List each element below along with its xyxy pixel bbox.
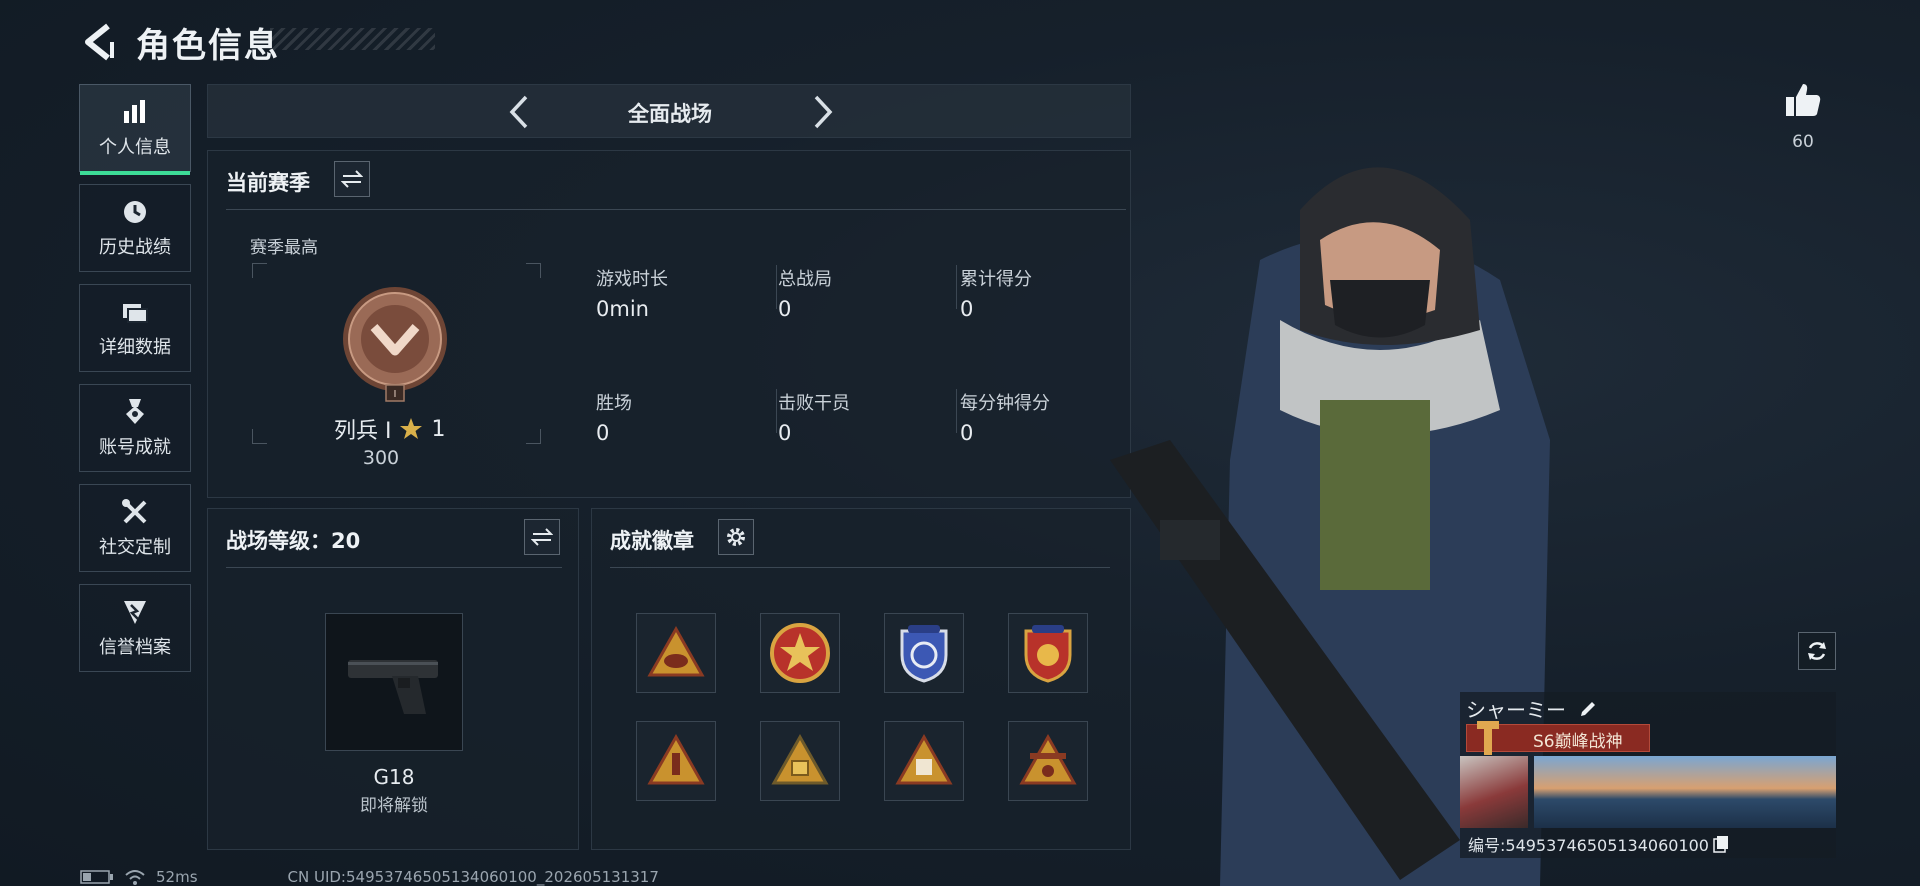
season-switch-button[interactable] [334,161,370,197]
edit-name-icon[interactable] [1578,699,1598,719]
badge-star-seal[interactable] [760,613,840,693]
divider [226,209,1126,210]
player-title-badge: S6巅峰战神 [1466,721,1650,755]
gear-icon [727,528,745,546]
weapon-status: 即将解锁 [360,796,428,816]
rank-sub-label: I [394,389,397,400]
sidebar-item-label: 社交定制 [99,537,171,558]
achievements-title: 成就徽章 [610,529,694,553]
thumbs-up-icon[interactable] [1783,80,1823,120]
stat-value-kills: 0 [778,421,792,445]
sidebar-item-reputation[interactable]: 信誉档案 [79,584,191,672]
likes-count: 60 [1792,132,1814,152]
sidebar-item-label: 信誉档案 [99,637,171,658]
rank-name: 列兵 Ⅰ [334,419,392,444]
stat-value-total-score: 0 [960,297,974,321]
sidebar-item-history[interactable]: 历史战绩 [79,184,191,272]
sidebar-item-label: 详细数据 [99,337,171,358]
battle-level-panel: 战场等级：20 G18 即将解锁 [207,508,579,850]
swap-icon [341,170,363,188]
badge-shield-red[interactable] [1008,613,1088,693]
achievement-badges-panel: 成就徽章 [591,508,1131,850]
triangle-badge-icon [647,625,705,677]
history-icon [124,201,146,223]
stat-value-score-per-min: 0 [960,421,974,445]
swap-icon [531,528,553,546]
badge-triangle-rocket[interactable] [636,721,716,801]
stat-value-total-matches: 0 [778,297,792,321]
weapon-name: G18 [373,765,415,789]
sidebar-item-label: 个人信息 [99,137,171,158]
stat-label-play-time: 游戏时长 [596,269,668,290]
mode-label: 全面战场 [628,102,712,126]
rotate-model-button[interactable] [1798,632,1836,670]
battery-icon [80,870,113,884]
stat-label-total-score: 累计得分 [960,269,1032,290]
player-banner [1534,756,1836,828]
pistol-icon [348,660,438,714]
shield-icon [124,601,146,624]
player-avatar[interactable] [1460,756,1528,828]
red-shield-badge-icon [1024,625,1072,683]
badge-triangle-helmet[interactable] [636,613,716,693]
badge-triangle-s8[interactable] [884,721,964,801]
achievements-settings-button[interactable] [718,519,754,555]
badge-shield-blue[interactable] [884,613,964,693]
player-id: 编号:549537465051340601​00 [1468,836,1709,855]
folder-icon [123,304,148,323]
stat-label-total-matches: 总战局 [778,269,832,290]
rank-points: 300 [362,447,400,469]
sidebar-item-label: 账号成就 [99,437,171,458]
sidebar-item-social-custom[interactable]: 社交定制 [79,484,191,572]
bar-chart-icon [124,100,145,123]
sidebar-item-account-achievement[interactable]: 账号成就 [79,384,191,472]
rank-badge-icon [1477,721,1499,755]
divider [610,567,1110,568]
rank-emblem-icon: I [343,287,447,402]
stat-label-wins: 胜场 [596,393,632,414]
copy-icon[interactable] [1713,835,1729,853]
battle-level-title: 战场等级：20 [226,529,361,553]
triangle-badge-icon [1019,733,1077,785]
wifi-icon [125,870,145,885]
rank-stars: 1 [431,416,446,442]
star-icon [400,418,423,439]
next-mode-icon[interactable] [808,93,838,131]
refresh-icon [1808,642,1826,660]
player-card: シャーミー S6巅峰战神 编号:549537465051340601​00 [1460,692,1836,858]
status-bar: 52ms CN UID:5495374650513406​0100_202605… [80,868,659,886]
sidebar-item-label: 历史战绩 [99,237,171,258]
ping-text: 52ms [156,868,198,886]
stat-value-wins: 0 [596,421,610,445]
sidebar-item-detail-data[interactable]: 详细数据 [79,284,191,372]
badge-triangle-crest[interactable] [1008,721,1088,801]
season-title: 当前赛季 [226,171,310,195]
sidebar-item-personal-info[interactable]: 个人信息 [79,84,191,175]
triangle-badge-icon [647,733,705,785]
weapon-reward-slot[interactable] [325,613,463,751]
star-seal-badge-icon [770,623,830,683]
mode-selector-bar: 全面战场 [207,84,1131,138]
stat-value-play-time: 0min [596,297,649,321]
back-arrow-icon[interactable] [80,20,116,64]
badge-triangle-gold[interactable] [760,721,840,801]
page-title: 角色信息 [136,26,280,66]
current-season-panel: 当前赛季 赛季最高 I 列兵 Ⅰ 1 300 游戏时长 0min 总战局 0 累… [207,150,1131,498]
triangle-badge-icon [771,733,829,785]
rank-line: 列兵 Ⅰ 1 [334,413,445,445]
title-decoration [270,28,435,50]
stat-label-score-per-min: 每分钟得分 [960,393,1050,414]
uid-text: CN UID:5495374650513406​0100_20260513131… [287,868,659,886]
season-best-label: 赛季最高 [250,238,318,258]
triangle-badge-icon [895,733,953,785]
battle-level-switch-button[interactable] [524,519,560,555]
medal-icon [126,399,144,424]
divider [226,567,562,568]
blue-shield-badge-icon [900,625,948,683]
stat-label-kills: 击败干员 [778,393,850,414]
title-badge-text: S6巅峰战神 [1533,732,1623,752]
tools-icon [122,499,147,524]
